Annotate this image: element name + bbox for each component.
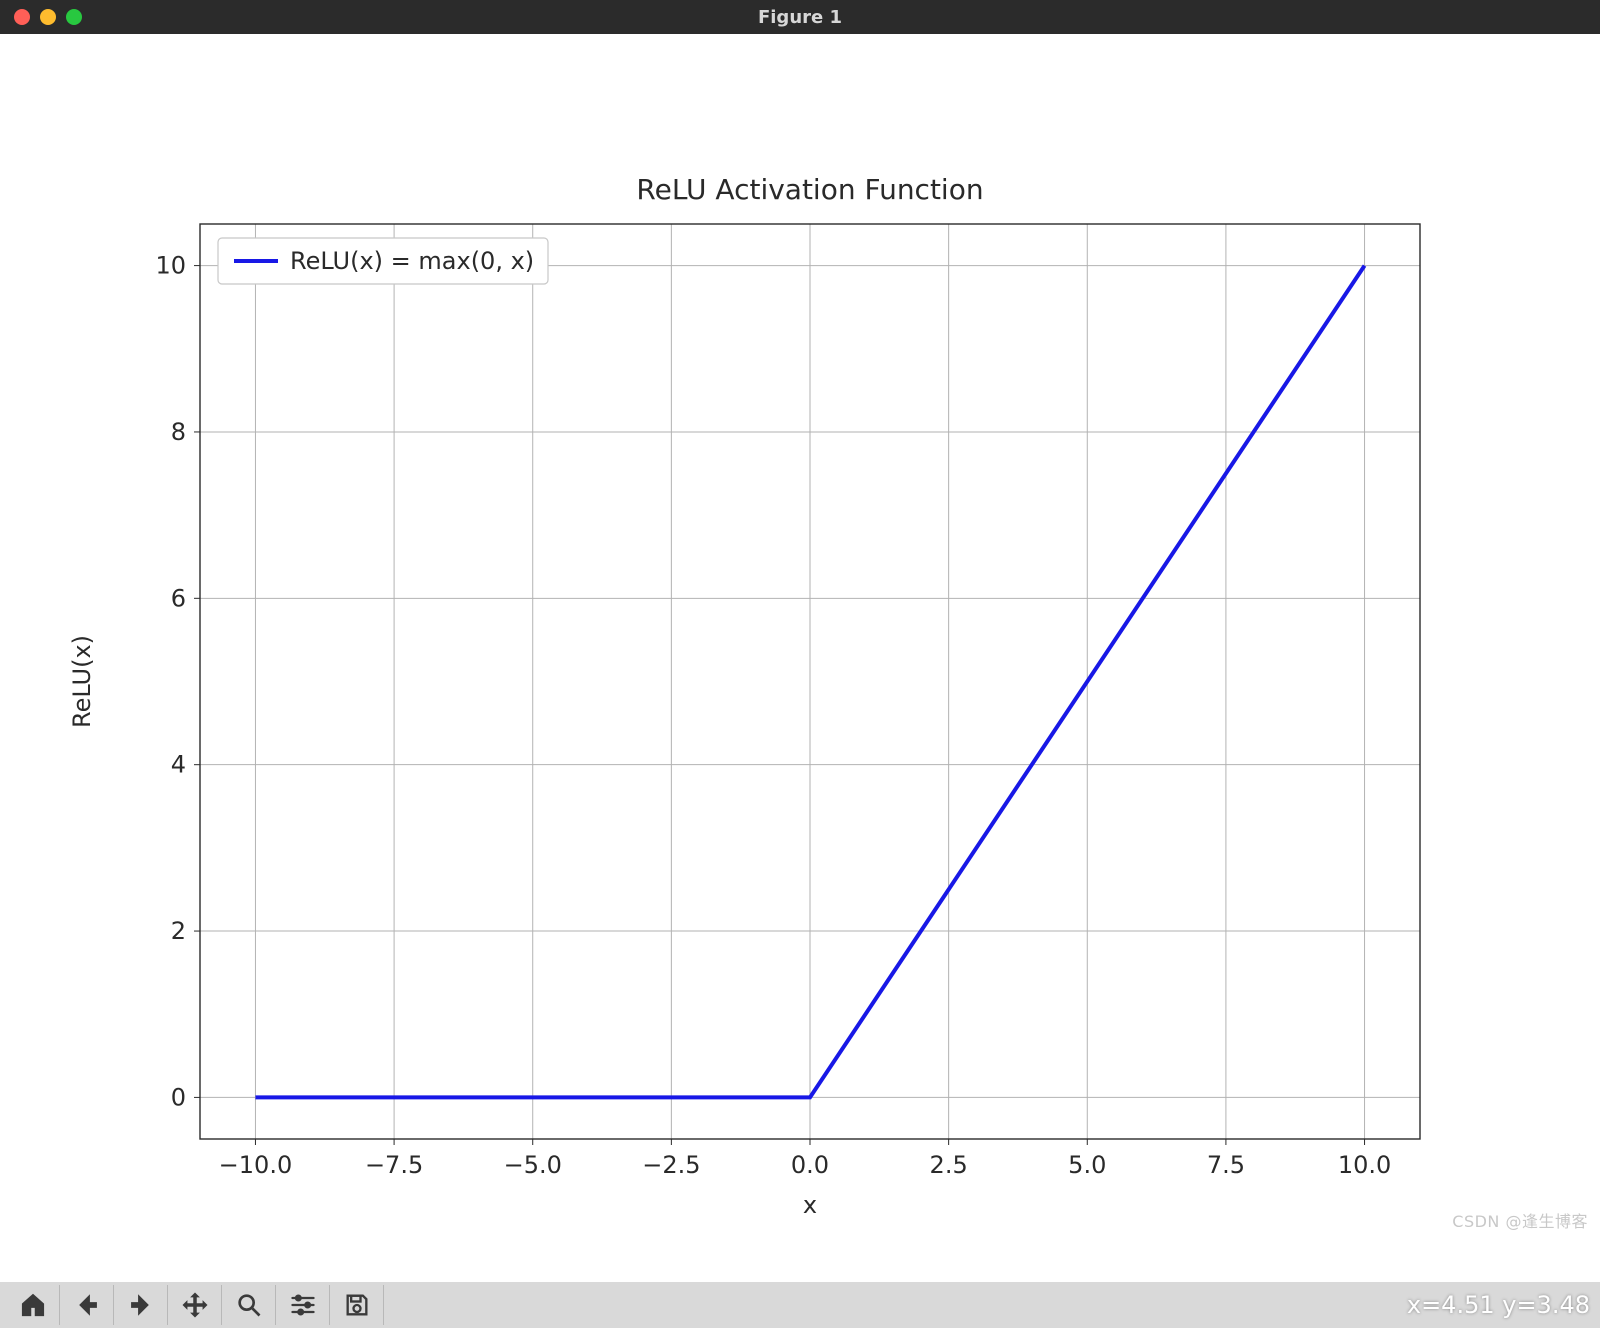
zoom-icon [235,1291,263,1319]
chart-title: ReLU Activation Function [636,173,983,206]
arrow-left-icon [73,1291,101,1319]
x-axis-label: x [803,1191,817,1219]
y-axis-label: ReLU(x) [68,635,96,728]
y-tick-label: 6 [171,584,186,612]
x-tick-label: 0.0 [791,1151,829,1179]
x-tick-label: −10.0 [219,1151,293,1179]
arrow-right-icon [127,1291,155,1319]
x-tick-label: 10.0 [1338,1151,1391,1179]
x-tick-label: −7.5 [365,1151,423,1179]
x-tick-label: −5.0 [504,1151,562,1179]
home-icon [19,1291,47,1319]
save-button[interactable] [330,1285,384,1325]
x-tick-label: 2.5 [930,1151,968,1179]
pan-button[interactable] [168,1285,222,1325]
sliders-icon [289,1291,317,1319]
titlebar[interactable]: Figure 1 [0,0,1600,34]
x-tick-label: 5.0 [1068,1151,1106,1179]
forward-button[interactable] [114,1285,168,1325]
configure-button[interactable] [276,1285,330,1325]
mpl-toolbar: x=4.51 y=3.48 [0,1282,1600,1328]
figure-window: Figure 1 ReLU Activation Function −10.0 −7… [0,0,1600,1328]
watermark: CSDN @逢生博客 [1452,1208,1588,1232]
legend-label: ReLU(x) = max(0, x) [290,247,534,275]
move-icon [181,1291,209,1319]
back-button[interactable] [60,1285,114,1325]
save-icon [343,1291,371,1319]
y-tick-label: 2 [171,917,186,945]
y-tick-label: 10 [155,252,186,280]
x-tick-label: 7.5 [1207,1151,1245,1179]
x-tick-label: −2.5 [642,1151,700,1179]
coord-readout: x=4.51 y=3.48 [1407,1291,1590,1319]
y-tick-label: 4 [171,751,186,779]
home-button[interactable] [6,1285,60,1325]
y-tick-label: 8 [171,418,186,446]
figure-canvas[interactable]: ReLU Activation Function −10.0 −7.5 −5.0 −2.… [0,34,1600,1282]
zoom-button[interactable] [222,1285,276,1325]
window-title: Figure 1 [0,7,1600,28]
chart: ReLU Activation Function −10.0 −7.5 −5.0 −2.… [0,34,1600,1282]
y-tick-label: 0 [171,1083,186,1111]
